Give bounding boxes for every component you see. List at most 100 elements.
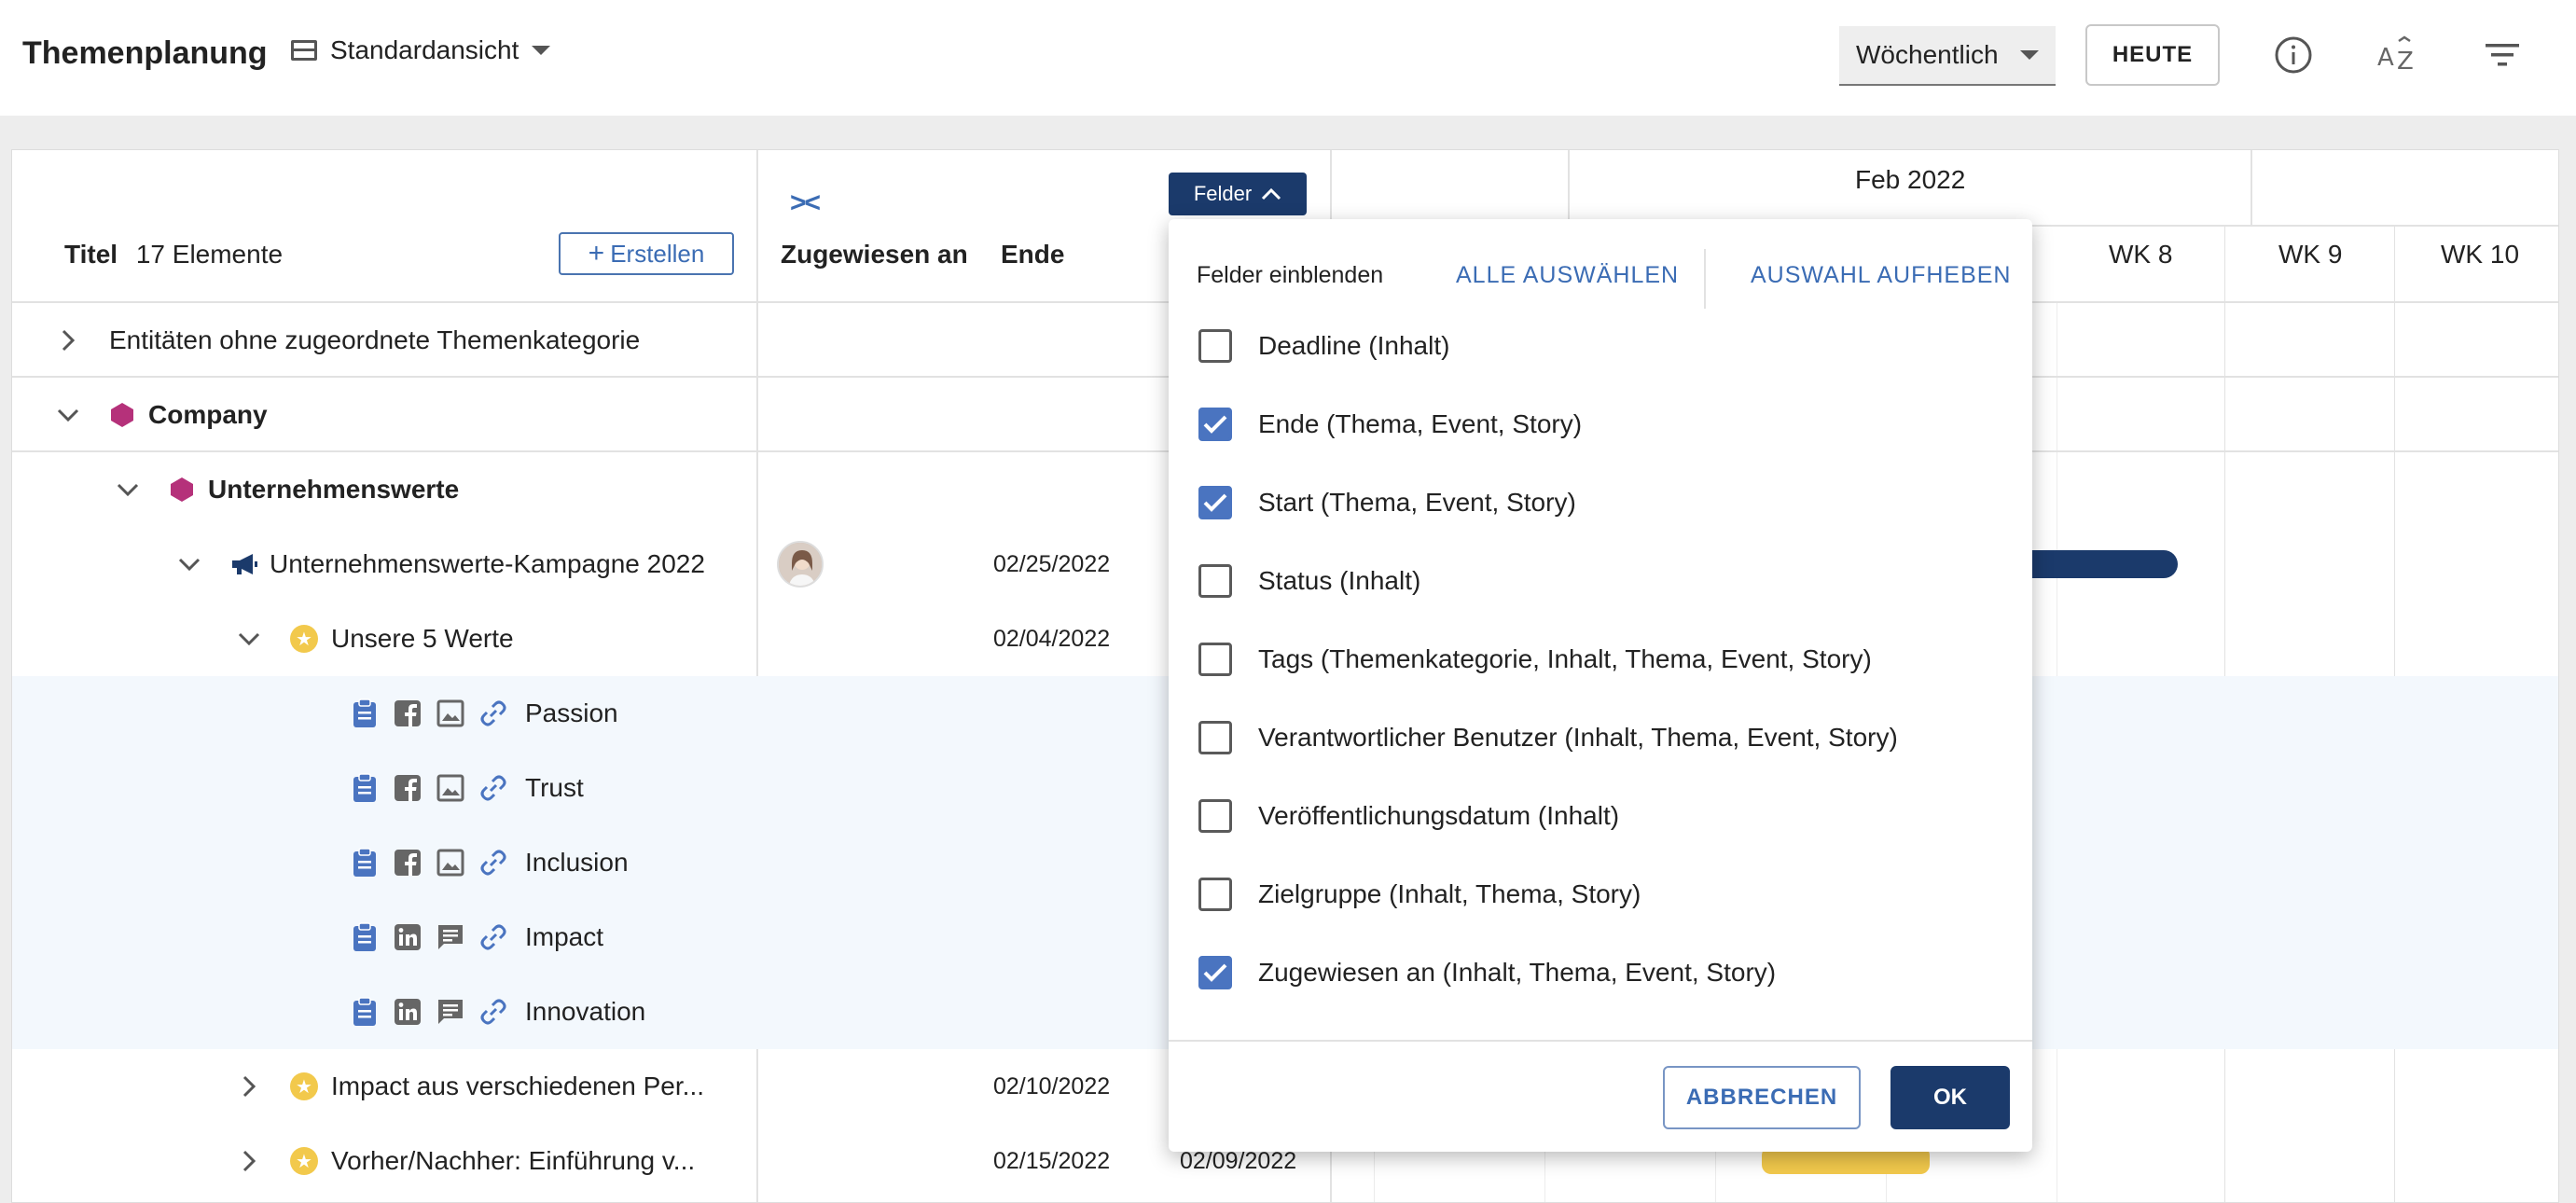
row-label: Trust xyxy=(525,773,584,802)
plus-icon: + xyxy=(588,238,605,269)
row-label-group: Company xyxy=(109,378,268,452)
chevron-right-icon[interactable] xyxy=(232,1049,266,1124)
row-label-group: ★ Impact aus verschiedenen Per... xyxy=(290,1049,704,1124)
week-label: WK 9 xyxy=(2278,240,2343,269)
end-date: 02/04/2022 xyxy=(993,625,1111,652)
chevron-down-icon[interactable] xyxy=(173,527,206,602)
view-selector[interactable]: Standardansicht xyxy=(291,35,551,65)
popup-divider xyxy=(1704,249,1706,309)
checkbox[interactable] xyxy=(1198,564,1232,598)
link-icon xyxy=(477,920,510,954)
checkbox[interactable] xyxy=(1198,721,1232,754)
row-label-group: ★ Unsere 5 Werte xyxy=(290,602,514,676)
field-option-tags[interactable]: Tags (Themenkategorie, Inhalt, Thema, Ev… xyxy=(1198,631,1872,687)
row-label: Unsere 5 Werte xyxy=(331,624,514,653)
facebook-icon xyxy=(391,771,424,805)
svg-text:Z: Z xyxy=(2397,48,2414,75)
month-divider xyxy=(1568,150,1570,225)
row-label-group: ★ Vorher/Nachher: Einführung v... xyxy=(290,1124,695,1198)
period-selector[interactable]: Wöchentlich xyxy=(1839,26,2056,86)
content-type-icons: Innovation xyxy=(348,975,645,1049)
create-button-label: Erstellen xyxy=(610,239,705,268)
row-label: Unternehmenswerte-Kampagne 2022 xyxy=(270,549,705,578)
chevron-down-icon[interactable] xyxy=(111,452,145,527)
today-button[interactable]: HEUTE xyxy=(2085,24,2220,86)
info-icon[interactable] xyxy=(2270,32,2317,78)
row-label: Innovation xyxy=(525,997,646,1026)
field-option-target-group[interactable]: Zielgruppe (Inhalt, Thema, Story) xyxy=(1198,866,1641,922)
field-option-assigned-to[interactable]: Zugewiesen an (Inhalt, Thema, Event, Sto… xyxy=(1198,945,1776,1001)
checkbox[interactable] xyxy=(1198,878,1232,911)
row-label: Impact aus verschiedenen Per... xyxy=(331,1072,704,1100)
create-button[interactable]: + Erstellen xyxy=(559,232,734,275)
checkbox[interactable] xyxy=(1198,956,1232,989)
title-label: Titel xyxy=(64,240,118,269)
clipboard-icon xyxy=(348,697,381,730)
chevron-right-icon[interactable] xyxy=(51,303,85,378)
field-option-label: Zugewiesen an (Inhalt, Thema, Event, Sto… xyxy=(1258,958,1777,987)
chevron-down-icon[interactable] xyxy=(51,378,85,452)
end-date: 02/15/2022 xyxy=(993,1147,1111,1174)
caret-down-icon xyxy=(532,46,551,55)
field-option-status[interactable]: Status (Inhalt) xyxy=(1198,553,1420,609)
field-option-deadline[interactable]: Deadline (Inhalt) xyxy=(1198,318,1449,374)
checkbox[interactable] xyxy=(1198,486,1232,519)
comment-icon xyxy=(434,920,467,954)
megaphone-icon xyxy=(232,554,257,574)
top-toolbar: Themenplanung Standardansicht Wöchentlic… xyxy=(0,0,2576,116)
image-icon xyxy=(434,846,467,879)
category-hexagon-icon xyxy=(111,403,133,427)
checkbox[interactable] xyxy=(1198,329,1232,363)
field-option-label: Zielgruppe (Inhalt, Thema, Story) xyxy=(1258,879,1641,908)
row-label: Unternehmenswerte xyxy=(208,475,460,504)
checkbox[interactable] xyxy=(1198,799,1232,833)
gantt-bar[interactable] xyxy=(2017,550,2178,578)
star-icon: ★ xyxy=(290,1147,318,1175)
link-icon xyxy=(477,846,510,879)
image-icon xyxy=(434,697,467,730)
fields-popup: Felder einblenden ALLE AUSWÄHLEN AUSWAHL… xyxy=(1169,219,2032,1152)
field-option-label: Ende (Thema, Event, Story) xyxy=(1258,409,1583,438)
collapse-columns-icon[interactable]: >< xyxy=(790,187,821,219)
end-date: 02/25/2022 xyxy=(993,550,1111,577)
star-icon: ★ xyxy=(290,1072,318,1100)
checkbox[interactable] xyxy=(1198,408,1232,441)
cancel-button[interactable]: ABBRECHEN xyxy=(1663,1066,1861,1129)
facebook-icon xyxy=(391,846,424,879)
view-selector-label: Standardansicht xyxy=(330,35,519,64)
clipboard-icon xyxy=(348,771,381,805)
content-type-icons: Impact xyxy=(348,900,603,975)
field-option-start[interactable]: Start (Thema, Event, Story) xyxy=(1198,475,1576,531)
deselect-all-link[interactable]: AUSWAHL AUFHEBEN xyxy=(1751,262,2011,289)
comment-icon xyxy=(434,995,467,1029)
filter-icon[interactable] xyxy=(2479,32,2526,78)
field-option-end[interactable]: Ende (Thema, Event, Story) xyxy=(1198,396,1582,452)
fields-button[interactable]: Felder xyxy=(1169,173,1307,215)
sort-az-icon[interactable]: AZ xyxy=(2375,32,2421,78)
chevron-down-icon[interactable] xyxy=(232,602,266,676)
field-option-label: Tags (Themenkategorie, Inhalt, Thema, Ev… xyxy=(1258,644,1872,673)
view-list-icon xyxy=(291,40,317,61)
chevron-up-icon xyxy=(1262,187,1281,200)
field-option-label: Veröffentlichungsdatum (Inhalt) xyxy=(1258,801,1620,830)
assigned-column-header[interactable]: Zugewiesen an xyxy=(781,240,968,270)
fields-button-label: Felder xyxy=(1193,182,1253,205)
field-option-responsible-user[interactable]: Verantwortlicher Benutzer (Inhalt, Thema… xyxy=(1198,710,1898,766)
end-column-header[interactable]: Ende xyxy=(1001,240,1064,270)
week-label: WK 10 xyxy=(2441,240,2520,269)
page-title: Themenplanung xyxy=(22,35,268,71)
planning-panel: Titel 17 Elemente + Erstellen >< Zugewie… xyxy=(11,149,2559,1203)
ok-button[interactable]: OK xyxy=(1890,1066,2010,1129)
end-date: 02/10/2022 xyxy=(993,1072,1111,1099)
clipboard-icon xyxy=(348,920,381,954)
star-icon: ★ xyxy=(290,625,318,653)
month-label: Feb 2022 xyxy=(1855,165,1966,194)
row-label-group: Unternehmenswerte-Kampagne 2022 xyxy=(230,527,705,602)
select-all-link[interactable]: ALLE AUSWÄHLEN xyxy=(1456,262,1679,289)
checkbox[interactable] xyxy=(1198,643,1232,676)
avatar[interactable] xyxy=(777,541,824,588)
image-icon xyxy=(434,771,467,805)
chevron-right-icon[interactable] xyxy=(232,1124,266,1198)
field-option-publish-date[interactable]: Veröffentlichungsdatum (Inhalt) xyxy=(1198,788,1619,844)
month-divider xyxy=(2251,150,2252,225)
